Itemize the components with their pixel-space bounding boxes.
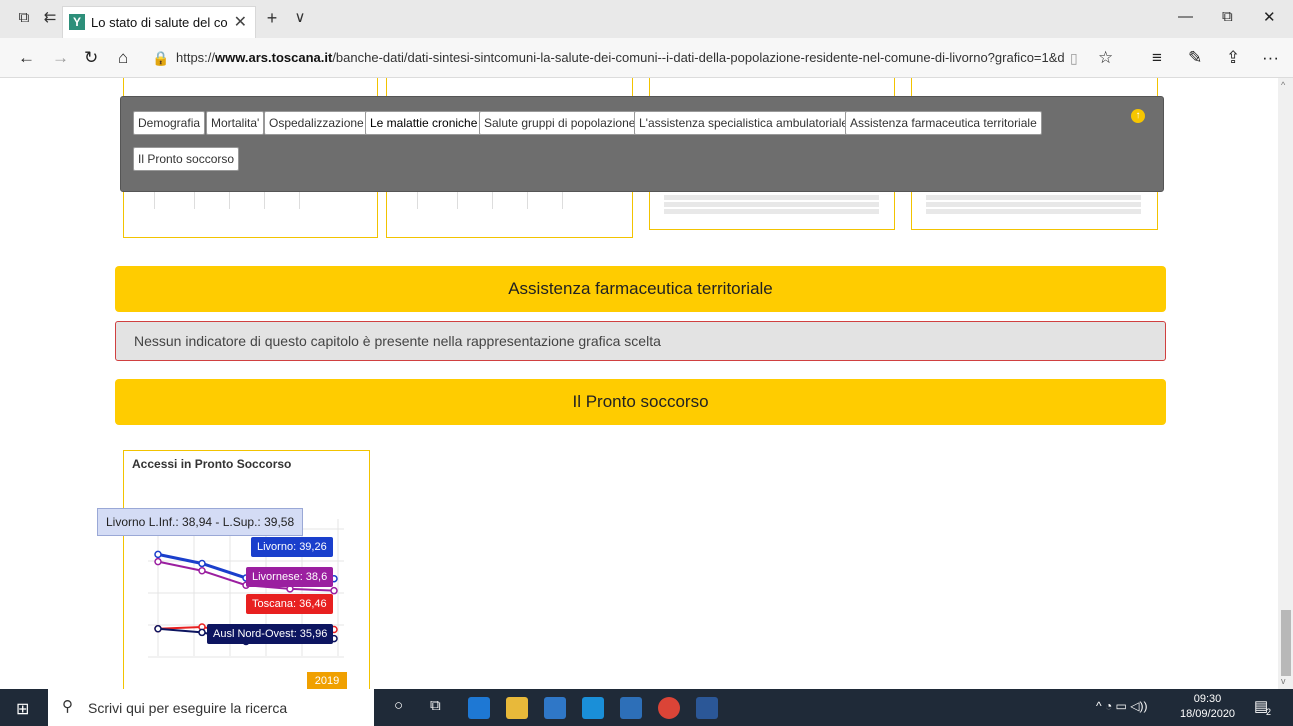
search-icon: ⚲ xyxy=(62,698,73,715)
section-title-pronto-soccorso: Il Pronto soccorso xyxy=(115,379,1166,425)
windows-start-icon[interactable]: ⊞ xyxy=(16,699,29,719)
data-label: Livorno: 39,26 xyxy=(251,537,333,557)
data-point xyxy=(154,625,162,633)
data-label: Ausl Nord-Ovest: 35,96 xyxy=(207,624,334,644)
year-badge[interactable]: 2019 xyxy=(307,672,347,689)
back-icon[interactable]: ← xyxy=(18,48,35,68)
menu-item-demografia[interactable]: Demografia xyxy=(133,111,206,135)
refresh-icon[interactable]: ↻ xyxy=(84,48,98,68)
more-icon[interactable]: ··· xyxy=(1262,48,1279,68)
data-point xyxy=(154,557,162,566)
task-view-icon[interactable]: ⧉ xyxy=(430,697,441,714)
close-window-icon[interactable]: ✕ xyxy=(1263,8,1276,26)
chrome-icon[interactable] xyxy=(658,697,680,719)
page-content: Demografia Mortalita' Ospedalizzazione L… xyxy=(0,78,1278,689)
notice-message: Nessun indicatore di questo capitolo è p… xyxy=(115,321,1166,361)
data-point xyxy=(330,586,338,595)
lock-icon: 🔒 xyxy=(152,50,170,66)
search-input[interactable]: Scrivi qui per eseguire la ricerca xyxy=(88,700,287,716)
close-icon[interactable]: ✕ xyxy=(234,12,247,32)
notification-count: 2 xyxy=(1266,707,1272,717)
word-icon[interactable] xyxy=(696,697,718,719)
forward-icon[interactable]: → xyxy=(52,48,69,68)
arrow-up-icon[interactable]: ↑ xyxy=(1131,109,1145,123)
restore-icon[interactable]: ⧉ xyxy=(1222,8,1233,25)
chart-tooltip: Livorno L.Inf.: 38,94 - L.Sup.: 39,58 xyxy=(97,508,304,536)
menu-item-ospedalizzazione[interactable]: Ospedalizzazione xyxy=(264,111,369,135)
page-scrollbar[interactable]: ^ v xyxy=(1278,78,1293,689)
favorite-star-icon[interactable]: ☆ xyxy=(1098,48,1113,68)
edge-icon[interactable] xyxy=(468,697,490,719)
menu-item-gruppi-popolazione[interactable]: Salute gruppi di popolazione xyxy=(479,111,641,135)
data-point xyxy=(198,566,206,575)
data-point xyxy=(198,559,206,568)
section-title-farmaceutica: Assistenza farmaceutica territoriale xyxy=(115,266,1166,312)
data-point xyxy=(198,628,206,637)
site-favicon-icon: Y xyxy=(69,14,85,30)
pen-icon[interactable]: ✎ xyxy=(1188,48,1202,68)
store-icon[interactable] xyxy=(544,697,566,719)
reading-view-icon[interactable]: ▯ xyxy=(1070,50,1078,67)
data-label: Toscana: 36,46 xyxy=(246,594,333,614)
menu-item-farmaceutica[interactable]: Assistenza farmaceutica territoriale xyxy=(845,111,1042,135)
tab-title: Lo stato di salute del co xyxy=(91,15,228,30)
tab-actions-icon[interactable]: ⧉ xyxy=(14,8,34,28)
title-bar: ⧉ ⇇ Y Lo stato di salute del co ✕ + ∨ — … xyxy=(0,0,1293,38)
menu-item-mortalita[interactable]: Mortalita' xyxy=(206,111,265,135)
scrollbar-thumb[interactable] xyxy=(1281,610,1291,676)
chapter-menu: Demografia Mortalita' Ospedalizzazione L… xyxy=(120,96,1164,192)
cortana-icon[interactable]: ○ xyxy=(394,697,403,714)
set-tabs-aside-icon[interactable]: ⇇ xyxy=(40,8,60,28)
clock[interactable]: 09:30 18/09/2020 xyxy=(1180,692,1235,722)
mail-icon[interactable] xyxy=(582,697,604,719)
file-explorer-icon[interactable] xyxy=(506,697,528,719)
data-label: Livornese: 38,6 xyxy=(246,567,334,587)
new-tab-button[interactable]: + xyxy=(262,8,282,28)
menu-item-malattie-croniche[interactable]: Le malattie croniche xyxy=(365,111,483,135)
taskbar-search[interactable]: ⚲ Scrivi qui per eseguire la ricerca xyxy=(48,689,374,726)
menu-item-specialistica[interactable]: L'assistenza specialistica ambulatoriale xyxy=(634,111,854,135)
menu-item-pronto-soccorso[interactable]: Il Pronto soccorso xyxy=(133,147,240,171)
app-icon[interactable] xyxy=(620,697,642,719)
chevron-down-icon[interactable]: ∨ xyxy=(290,8,310,28)
favorites-list-icon[interactable]: ≡ xyxy=(1152,48,1162,68)
share-icon[interactable]: ⇪ xyxy=(1226,48,1240,68)
url-field[interactable]: https://www.ars.toscana.it/banche-dati/d… xyxy=(176,46,1096,70)
minimize-icon[interactable]: — xyxy=(1178,8,1193,25)
tray-icons[interactable]: ^ ◔ ▭ ◁)) xyxy=(1096,699,1147,713)
clock-time: 09:30 xyxy=(1193,693,1222,705)
address-bar: ← → ↻ ⌂ 🔒 https://www.ars.toscana.it/ban… xyxy=(0,38,1293,78)
data-point xyxy=(154,550,162,559)
active-tab[interactable]: Y Lo stato di salute del co ✕ xyxy=(62,6,256,38)
chevron-up-icon[interactable]: ^ xyxy=(1281,80,1285,90)
taskbar: ⊞ ⚲ Scrivi qui per eseguire la ricerca ○… xyxy=(0,689,1293,726)
clock-date: 18/09/2020 xyxy=(1180,708,1236,720)
home-icon[interactable]: ⌂ xyxy=(118,48,128,68)
chevron-down-icon[interactable]: v xyxy=(1281,676,1286,686)
